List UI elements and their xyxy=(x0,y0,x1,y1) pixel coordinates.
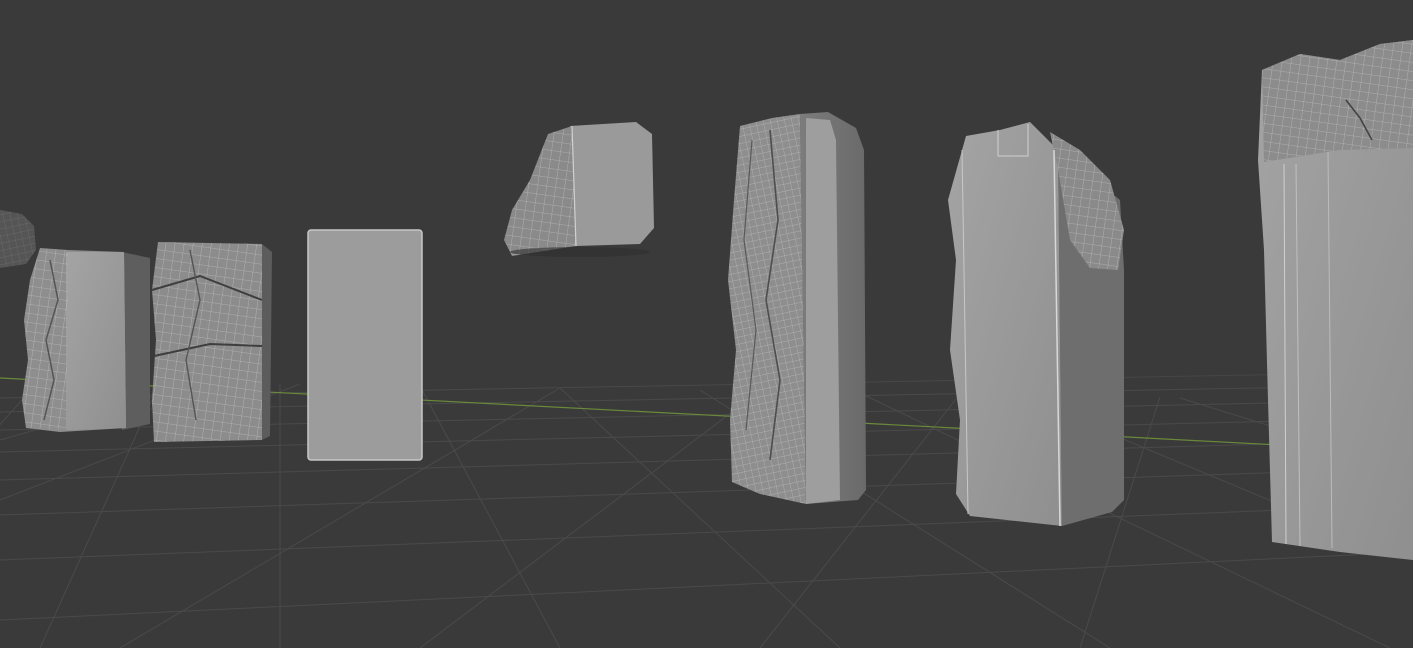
pillar-rough-small[interactable] xyxy=(22,248,150,432)
viewport-canvas[interactable] xyxy=(0,0,1413,648)
3d-viewport[interactable] xyxy=(0,0,1413,648)
pillar-cracked-block[interactable] xyxy=(151,242,272,442)
pillar-tall-rough[interactable] xyxy=(728,112,866,504)
pillar-smooth-plane[interactable] xyxy=(307,229,423,461)
pillar-large-partial[interactable] xyxy=(1258,40,1413,560)
pillar-half-rough[interactable] xyxy=(948,122,1124,527)
